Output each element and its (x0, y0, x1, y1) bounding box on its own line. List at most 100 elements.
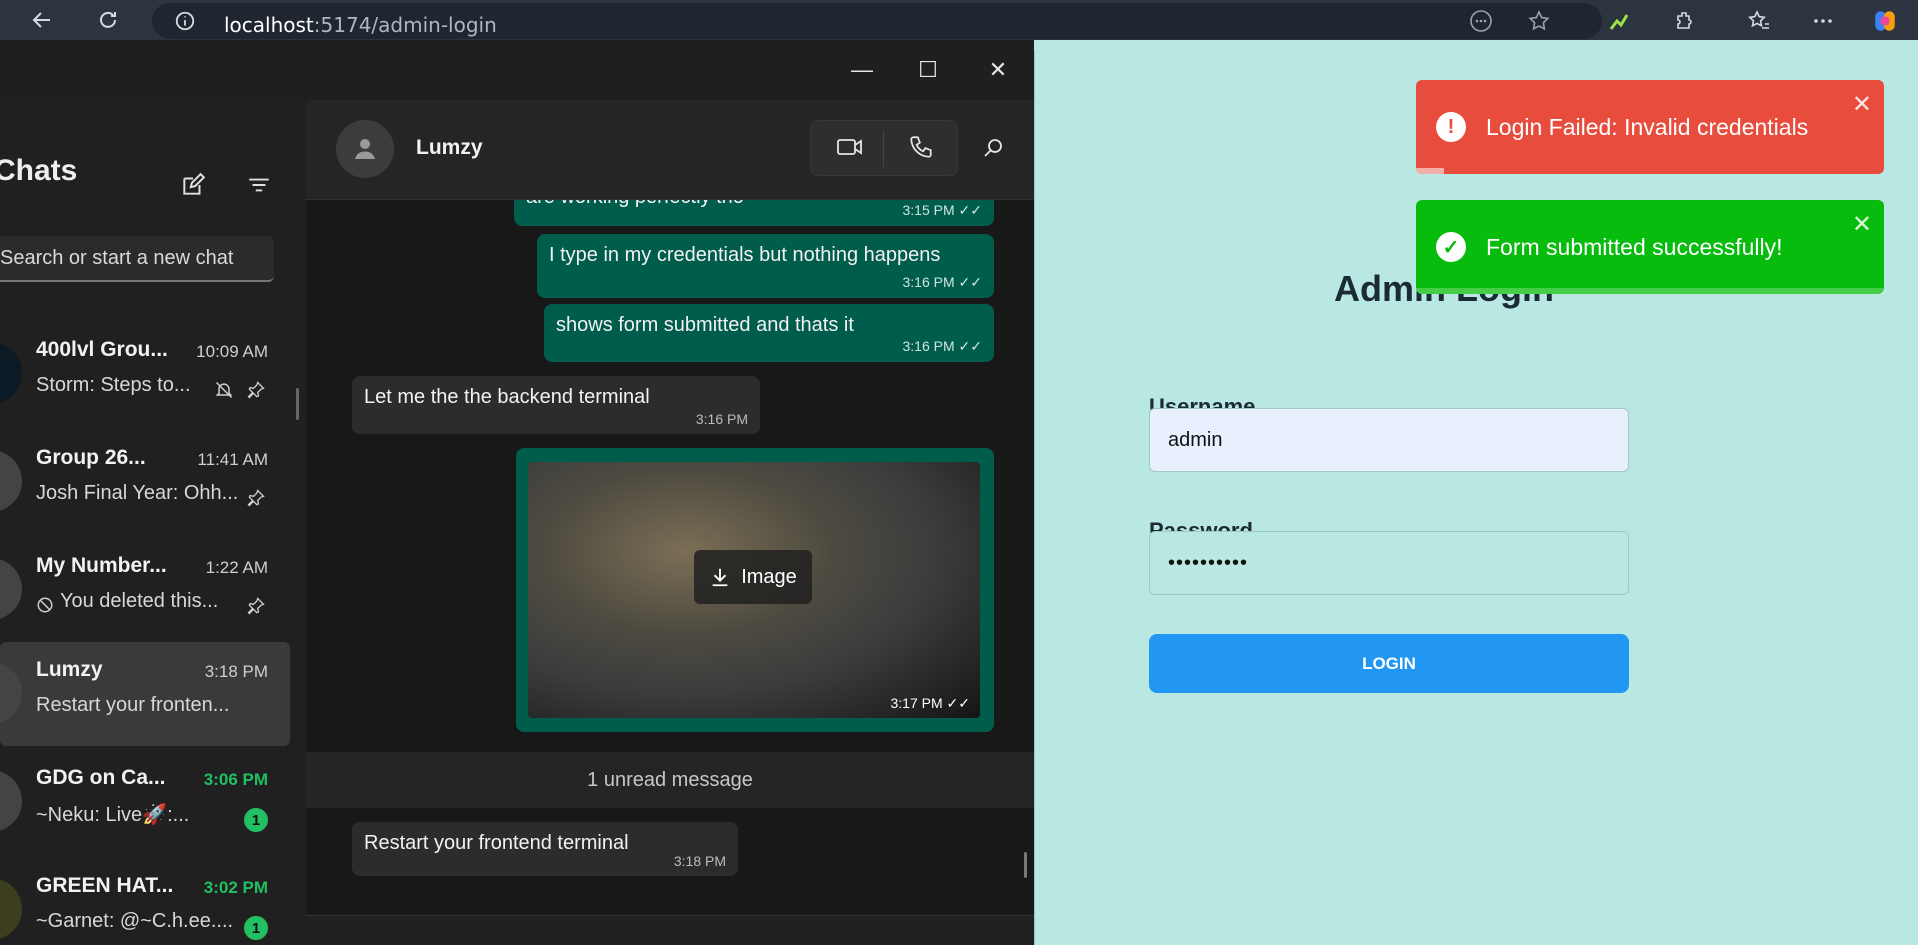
chat-time: 1:22 AM (205, 558, 268, 577)
username-field[interactable]: admin (1149, 408, 1629, 472)
minimize-icon[interactable]: — (842, 52, 882, 88)
sidebar-title: Chats (0, 154, 78, 187)
message-scrollbar[interactable] (1024, 852, 1027, 878)
success-toast[interactable]: ✓ Form submitted successfully! ✕ (1416, 200, 1884, 294)
message-time: 3:16 PM ✓✓ (903, 274, 983, 291)
back-icon[interactable] (28, 6, 56, 34)
window-titlebar: — ☐ ✕ (0, 40, 1034, 100)
chat-preview: You deleted this... (60, 590, 219, 612)
avatar (0, 342, 22, 404)
filter-icon[interactable] (246, 172, 272, 203)
message-time-text: 3:17 PM (890, 695, 943, 711)
image-message[interactable]: Image 3:17 PM ✓✓ (516, 448, 994, 732)
new-chat-icon[interactable] (180, 172, 206, 203)
download-label: Image (741, 565, 797, 588)
chat-preview: Restart your fronten... (36, 694, 230, 716)
chat-time: 10:09 AM (196, 342, 268, 361)
menu-dots-icon[interactable] (1810, 8, 1836, 34)
chat-name: Lumzy (36, 658, 103, 681)
chat-item[interactable]: Group 26... 11:41 AM Josh Final Year: Oh… (0, 430, 290, 534)
url-path: :5174/admin-login (313, 13, 497, 37)
close-icon[interactable]: ✕ (1852, 90, 1872, 119)
avatar (0, 450, 22, 512)
message-list: are working perfectly tho 3:15 PM ✓✓ I t… (306, 200, 1034, 915)
error-toast[interactable]: ! Login Failed: Invalid credentials ✕ (1416, 80, 1884, 174)
url-host: localhost (224, 13, 314, 37)
chat-item[interactable]: GREEN HAT... 3:02 PM ~Garnet: @~C.h.ee..… (0, 858, 290, 945)
error-toast-text: Login Failed: Invalid credentials (1486, 113, 1809, 140)
maximize-icon[interactable]: ☐ (908, 52, 948, 88)
site-info-icon[interactable] (172, 8, 198, 34)
message-text: are working perfectly tho (526, 200, 744, 209)
message-bubble-incoming[interactable]: Let me the the backend terminal 3:16 PM (352, 376, 760, 434)
chat-name: Group 26... (36, 446, 146, 469)
deleted-icon (36, 596, 54, 619)
message-time: 3:16 PM (695, 411, 748, 427)
chat-preview: Josh Final Year: Ohh... (36, 482, 239, 504)
chat-name: My Number... (36, 554, 167, 577)
download-image-button[interactable]: Image (694, 550, 812, 604)
voice-call-icon[interactable] (908, 134, 934, 165)
chat-time: 11:41 AM (197, 450, 268, 469)
contact-name[interactable]: Lumzy (416, 136, 483, 160)
chat-time: 3:02 PM (203, 878, 268, 897)
chat-item-active[interactable]: Lumzy 3:18 PM Restart your fronten... (0, 642, 290, 746)
chat-name: 400lvl Grou... (36, 338, 168, 361)
avatar (0, 878, 22, 940)
favorites-icon[interactable] (1746, 8, 1772, 34)
message-bubble-outgoing[interactable]: I type in my credentials but nothing hap… (537, 234, 994, 298)
message-time: 3:18 PM (673, 853, 726, 869)
check-icon: ✓ (1436, 232, 1466, 262)
message-bubble-incoming[interactable]: Restart your frontend terminal 3:18 PM (352, 822, 738, 876)
message-time-text: 3:15 PM (902, 202, 955, 218)
address-bar[interactable]: localhost:5174/admin-login (152, 3, 1602, 39)
toast-progress-bar (1416, 288, 1884, 294)
chat-item[interactable]: 400lvl Grou... 10:09 AM Storm: Steps to.… (0, 322, 290, 426)
chat-preview: ~Garnet: @~C.h.ee.... (36, 910, 234, 932)
copilot-icon[interactable] (1872, 8, 1898, 34)
success-toast-text: Form submitted successfully! (1486, 233, 1783, 260)
search-icon[interactable] (982, 136, 1006, 165)
close-icon[interactable]: ✕ (1852, 210, 1872, 239)
chat-item[interactable]: My Number... 1:22 AM You deleted this... (0, 538, 290, 642)
conversation-pane: Lumzy are working perfectly tho 3:15 PM … (306, 100, 1034, 945)
chat-name: GREEN HAT... (36, 874, 174, 897)
favorite-star-icon[interactable] (1526, 8, 1552, 34)
message-time: 3:15 PM ✓✓ (903, 202, 983, 219)
double-check-icon: ✓✓ (958, 338, 982, 354)
pin-icon (246, 488, 266, 513)
message-text: Restart your frontend terminal (364, 832, 629, 854)
pin-icon (246, 380, 266, 405)
call-buttons (810, 120, 958, 176)
message-text: shows form submitted and thats it (556, 314, 854, 336)
message-time: 3:17 PM ✓✓ (891, 695, 971, 712)
more-page-actions-icon[interactable] (1468, 8, 1494, 34)
login-button[interactable]: LOGIN (1149, 634, 1629, 693)
video-call-icon[interactable] (836, 135, 864, 164)
download-icon (712, 568, 728, 587)
extension-chart-icon[interactable] (1606, 8, 1632, 34)
unread-badge: 1 (244, 916, 268, 940)
unread-badge: 1 (244, 808, 268, 832)
alert-icon: ! (1436, 112, 1466, 142)
double-check-icon: ✓✓ (946, 695, 970, 711)
chat-name: GDG on Ca... (36, 766, 166, 789)
extensions-icon[interactable] (1672, 8, 1698, 34)
muted-bell-icon (214, 380, 234, 405)
password-field[interactable]: •••••••••• (1149, 531, 1629, 595)
sidebar-scrollbar[interactable] (296, 388, 299, 420)
message-bubble-outgoing[interactable]: are working perfectly tho 3:15 PM ✓✓ (514, 200, 994, 226)
browser-toolbar: localhost:5174/admin-login (0, 0, 1918, 40)
search-input[interactable]: Search or start a new chat (0, 236, 274, 282)
message-composer[interactable] (306, 915, 1034, 945)
avatar[interactable] (336, 120, 394, 178)
unread-divider: 1 unread message (306, 752, 1034, 808)
avatar (0, 770, 22, 832)
url-text[interactable]: localhost:5174/admin-login (224, 13, 497, 37)
close-window-icon[interactable]: ✕ (978, 52, 1018, 88)
refresh-icon[interactable] (94, 6, 122, 34)
chat-item[interactable]: GDG on Ca... 3:06 PM ~Neku: Live🚀:... 1 (0, 750, 290, 854)
message-bubble-outgoing[interactable]: shows form submitted and thats it 3:16 P… (544, 304, 994, 362)
message-text: I type in my credentials but nothing hap… (549, 244, 941, 266)
message-text: Let me the the backend terminal (364, 386, 650, 408)
